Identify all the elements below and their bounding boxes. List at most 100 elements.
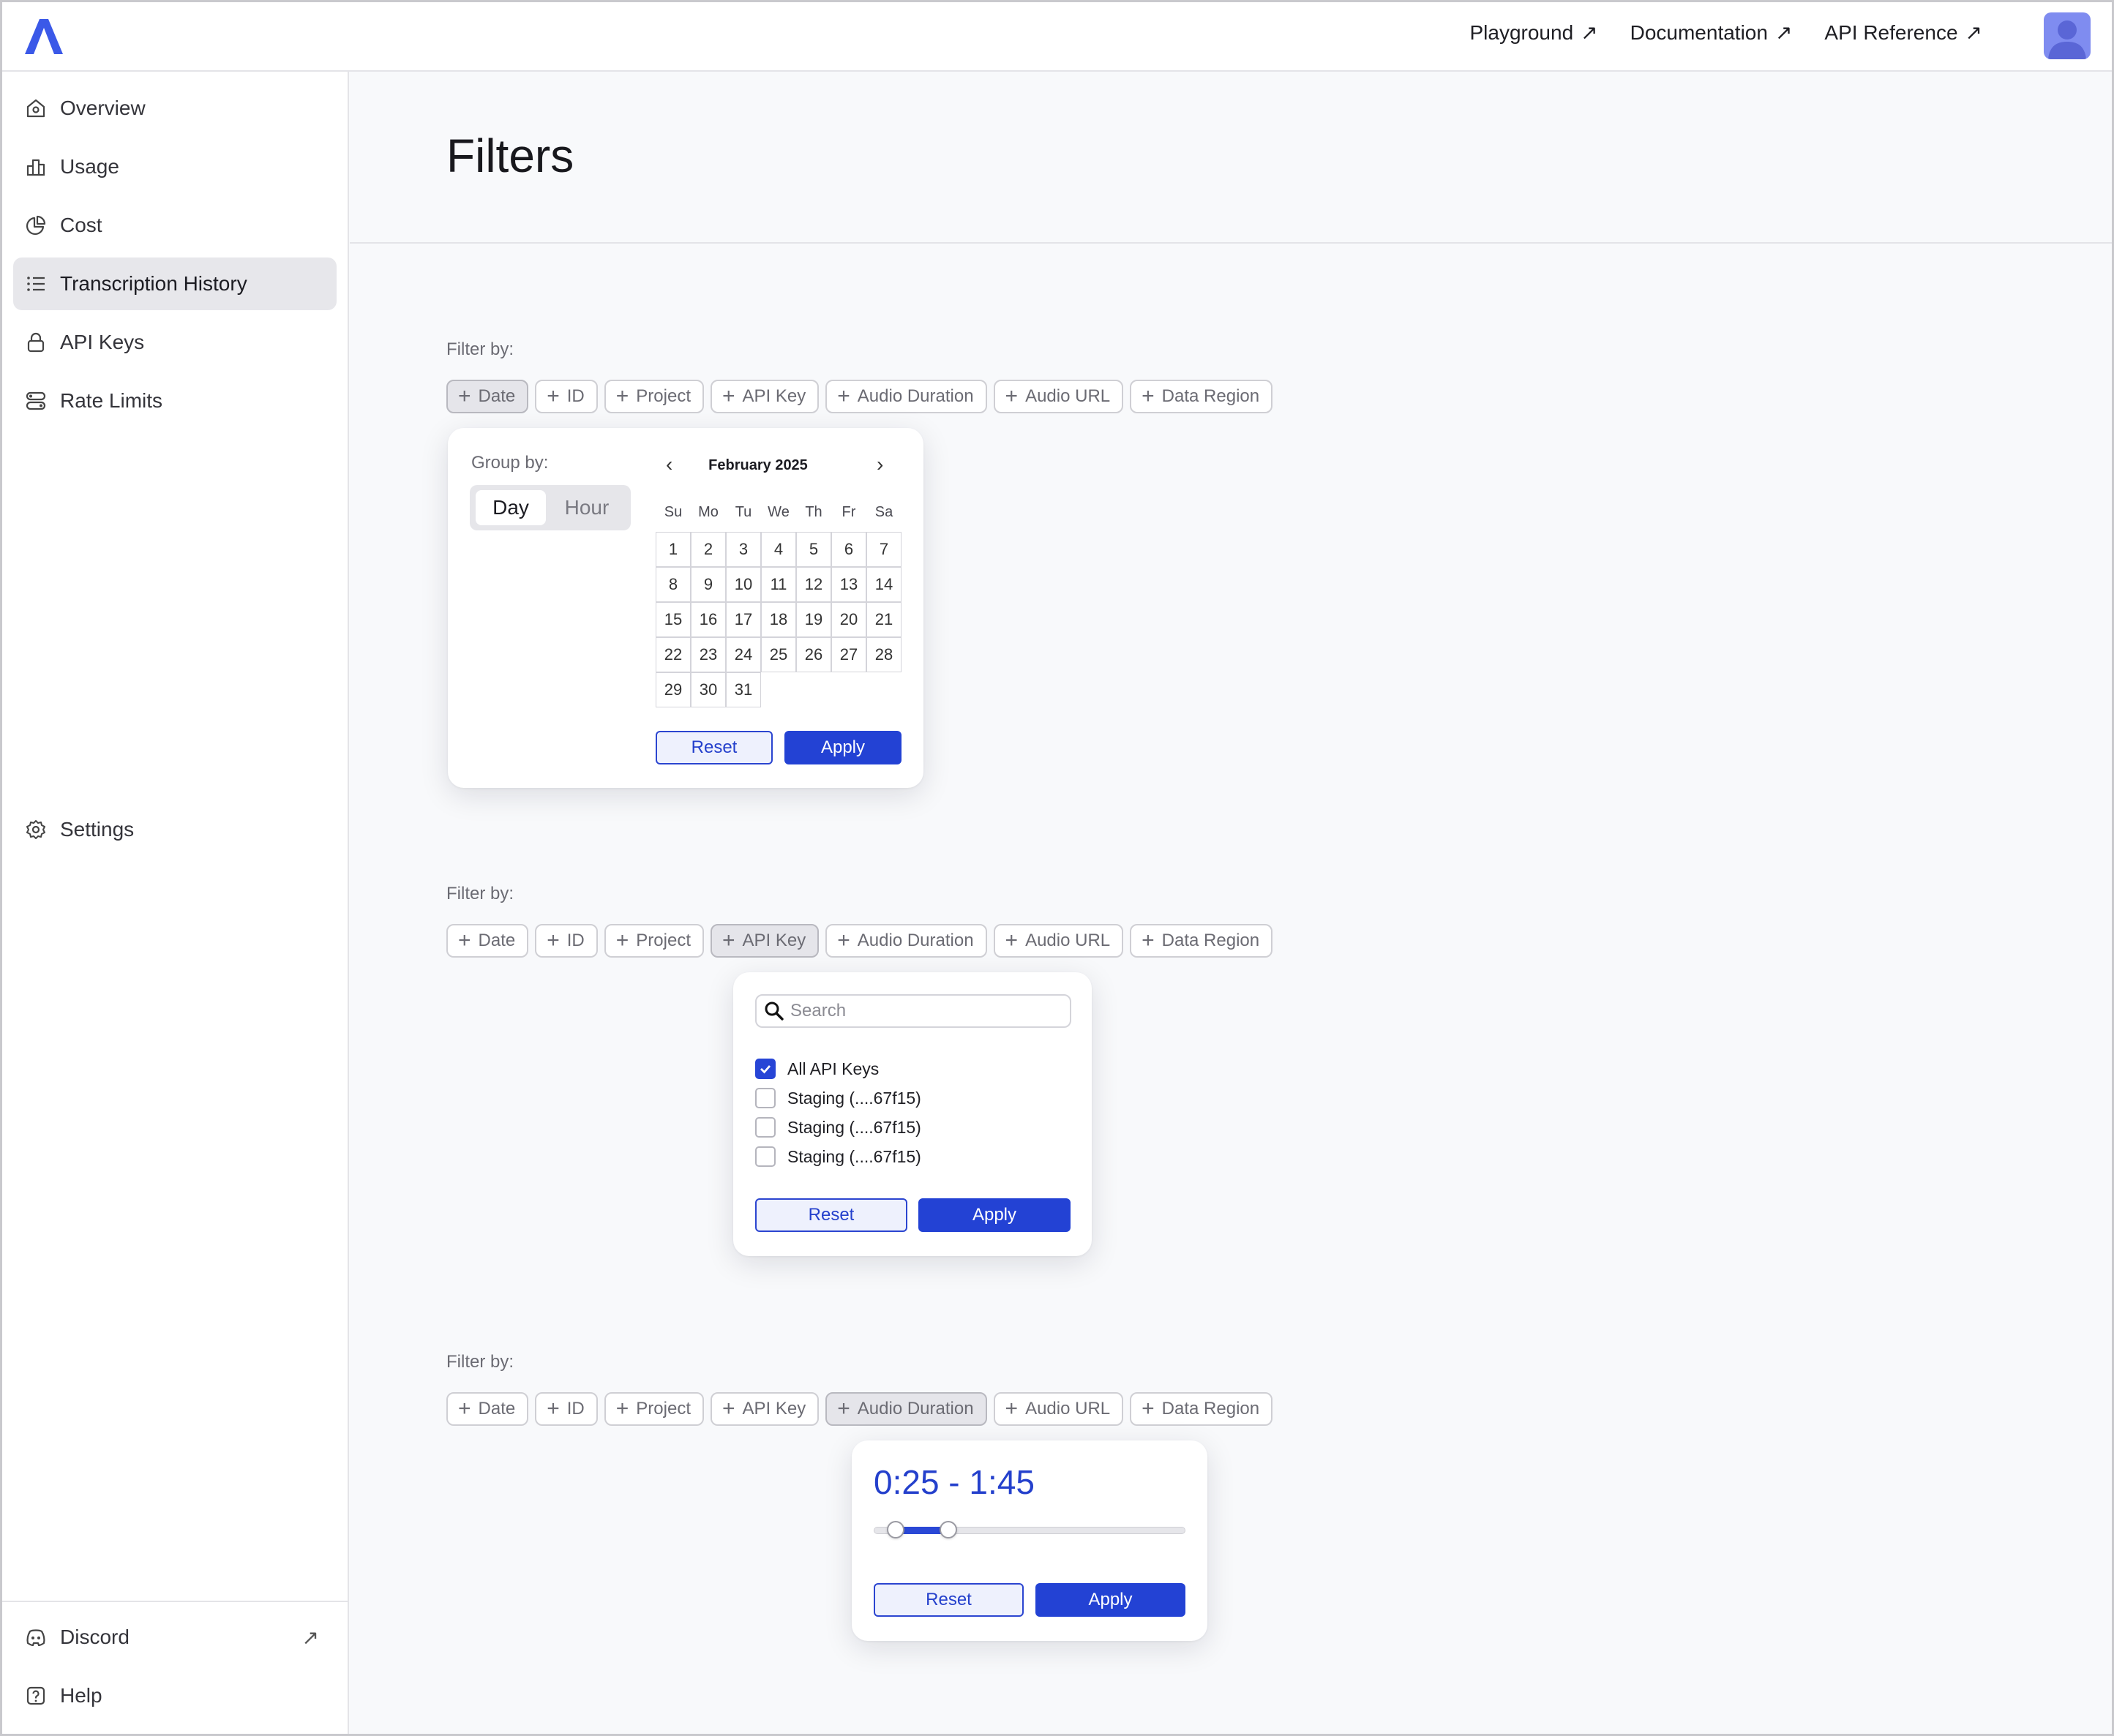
- group-by-hour[interactable]: Hour: [550, 490, 623, 525]
- chip-data-region[interactable]: + Data Region: [1130, 380, 1273, 413]
- chip-audio-url[interactable]: + Audio URL: [993, 380, 1124, 413]
- calendar-day[interactable]: 4: [761, 532, 796, 567]
- chip-project[interactable]: + Project: [604, 380, 704, 413]
- chevron-right-icon[interactable]: ›: [877, 453, 883, 476]
- sidebar-item-usage[interactable]: Usage: [13, 140, 337, 193]
- sidebar-item-overview[interactable]: Overview: [13, 82, 337, 135]
- duration-apply-button[interactable]: Apply: [1035, 1583, 1185, 1617]
- chip-id[interactable]: + ID: [535, 380, 598, 413]
- chip-api-key[interactable]: + API Key: [711, 380, 820, 413]
- calendar-day[interactable]: 28: [866, 637, 902, 672]
- calendar-day[interactable]: 22: [656, 637, 691, 672]
- checkbox[interactable]: [755, 1146, 776, 1167]
- calendar-day[interactable]: 7: [866, 532, 902, 567]
- calendar-day[interactable]: 30: [691, 672, 726, 707]
- calendar-day[interactable]: 5: [796, 532, 831, 567]
- duration-slider-min-handle[interactable]: [886, 1521, 904, 1538]
- chip-audio-duration[interactable]: + Audio Duration: [825, 1392, 987, 1426]
- calendar-day[interactable]: 29: [656, 672, 691, 707]
- calendar-day[interactable]: 2: [691, 532, 726, 567]
- chip-id[interactable]: + ID: [535, 924, 598, 958]
- plus-icon: +: [458, 384, 471, 408]
- calendar-day[interactable]: 10: [726, 567, 761, 602]
- duration-reset-button[interactable]: Reset: [874, 1583, 1024, 1617]
- logo-icon[interactable]: [22, 16, 66, 56]
- calendar-day[interactable]: 26: [796, 637, 831, 672]
- chip-date[interactable]: + Date: [446, 380, 529, 413]
- search-input[interactable]: [790, 1001, 1068, 1021]
- api-key-option-all[interactable]: All API Keys: [755, 1059, 879, 1079]
- top-bar: Playground ↗ Documentation ↗ API Referen…: [0, 0, 2114, 72]
- title-divider: [350, 242, 2114, 244]
- duration-slider-max-handle[interactable]: [940, 1521, 958, 1538]
- chip-audio-duration[interactable]: + Audio Duration: [825, 924, 987, 958]
- sidebar-item-rate-limits[interactable]: Rate Limits: [13, 375, 337, 427]
- chip-project[interactable]: + Project: [604, 1392, 704, 1426]
- chip-date[interactable]: + Date: [446, 924, 529, 958]
- date-apply-button[interactable]: Apply: [784, 731, 902, 764]
- external-link-icon: ↗: [1581, 21, 1598, 44]
- plus-icon: +: [458, 1397, 471, 1421]
- filter-chips: + Date + ID + Project + API Key + Audio Durat…: [446, 1392, 1273, 1426]
- api-key-option[interactable]: Staging (....67f15): [755, 1088, 921, 1108]
- sidebar-divider: [0, 1601, 348, 1602]
- calendar-day[interactable]: 14: [866, 567, 902, 602]
- calendar-day[interactable]: 23: [691, 637, 726, 672]
- plus-icon: +: [1005, 928, 1019, 952]
- chip-date[interactable]: + Date: [446, 1392, 529, 1426]
- calendar-day[interactable]: 15: [656, 602, 691, 637]
- chip-audio-url[interactable]: + Audio URL: [993, 1392, 1124, 1426]
- checkbox[interactable]: [755, 1117, 776, 1138]
- calendar-day[interactable]: 16: [691, 602, 726, 637]
- chip-data-region[interactable]: + Data Region: [1130, 1392, 1273, 1426]
- calendar-day[interactable]: 21: [866, 602, 902, 637]
- calendar-day[interactable]: 12: [796, 567, 831, 602]
- calendar-day[interactable]: 24: [726, 637, 761, 672]
- calendar-day[interactable]: 20: [831, 602, 866, 637]
- sidebar-item-transcription-history[interactable]: Transcription History: [13, 258, 337, 310]
- documentation-link[interactable]: Documentation ↗: [1630, 20, 1793, 45]
- plus-icon: +: [1142, 384, 1155, 408]
- calendar-day[interactable]: 18: [761, 602, 796, 637]
- calendar-day[interactable]: 13: [831, 567, 866, 602]
- chip-id[interactable]: + ID: [535, 1392, 598, 1426]
- chip-audio-url[interactable]: + Audio URL: [993, 924, 1124, 958]
- calendar-day[interactable]: 1: [656, 532, 691, 567]
- sidebar-item-settings[interactable]: Settings: [13, 803, 337, 856]
- duration-slider-track[interactable]: [874, 1527, 1185, 1534]
- calendar-day[interactable]: 27: [831, 637, 866, 672]
- chip-data-region[interactable]: + Data Region: [1130, 924, 1273, 958]
- chip-api-key[interactable]: + API Key: [711, 924, 820, 958]
- calendar-day[interactable]: 9: [691, 567, 726, 602]
- sidebar-item-api-keys[interactable]: API Keys: [13, 316, 337, 369]
- date-reset-button[interactable]: Reset: [656, 731, 773, 764]
- playground-link[interactable]: Playground ↗: [1469, 20, 1597, 45]
- sidebar-item-cost[interactable]: Cost: [13, 199, 337, 252]
- calendar-day[interactable]: 8: [656, 567, 691, 602]
- chip-audio-duration[interactable]: + Audio Duration: [825, 380, 987, 413]
- help-icon: [26, 1686, 45, 1705]
- calendar-day[interactable]: 11: [761, 567, 796, 602]
- sidebar-item-discord[interactable]: Discord ↗: [13, 1611, 337, 1664]
- chip-project[interactable]: + Project: [604, 924, 704, 958]
- api-key-reset-button[interactable]: Reset: [755, 1198, 907, 1232]
- group-by-day[interactable]: Day: [476, 490, 546, 525]
- calendar-day[interactable]: 3: [726, 532, 761, 567]
- calendar-day[interactable]: 19: [796, 602, 831, 637]
- audio-duration-filter-popover: 0:25 - 1:45 Reset Apply: [852, 1440, 1207, 1641]
- api-key-option[interactable]: Staging (....67f15): [755, 1146, 921, 1167]
- avatar[interactable]: [2044, 12, 2091, 59]
- chip-api-key[interactable]: + API Key: [711, 1392, 820, 1426]
- plus-icon: +: [1005, 1397, 1019, 1421]
- checkbox[interactable]: [755, 1059, 776, 1079]
- calendar-day[interactable]: 6: [831, 532, 866, 567]
- api-key-option[interactable]: Staging (....67f15): [755, 1117, 921, 1138]
- calendar-day[interactable]: 25: [761, 637, 796, 672]
- calendar-day[interactable]: 17: [726, 602, 761, 637]
- checkbox[interactable]: [755, 1088, 776, 1108]
- sidebar-item-help[interactable]: Help: [13, 1669, 337, 1722]
- api-key-apply-button[interactable]: Apply: [918, 1198, 1071, 1232]
- pie-chart-icon: [26, 215, 46, 236]
- api-reference-link[interactable]: API Reference ↗: [1824, 20, 1982, 45]
- calendar-day[interactable]: 31: [726, 672, 761, 707]
